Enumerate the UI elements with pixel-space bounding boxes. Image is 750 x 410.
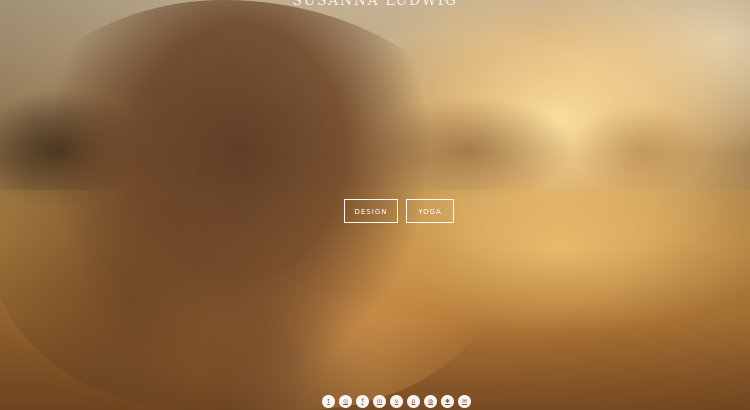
- site-title[interactable]: SUSANNA LUDWIG: [0, 0, 750, 9]
- nav-design-button[interactable]: DESIGN: [344, 199, 398, 223]
- email-icon[interactable]: ✉: [458, 395, 471, 408]
- instagram-icon[interactable]: ◎: [339, 395, 352, 408]
- vimeo-icon[interactable]: v: [390, 395, 403, 408]
- page: SUSANNA LUDWIG DESIGN YOGA t ◎ f in v p …: [0, 0, 750, 410]
- flickr-icon[interactable]: ✱: [441, 395, 454, 408]
- pinterest-icon[interactable]: p: [407, 395, 420, 408]
- linkedin-icon[interactable]: in: [373, 395, 386, 408]
- dribbble-icon[interactable]: ◍: [424, 395, 437, 408]
- main-nav: DESIGN YOGA: [344, 199, 454, 223]
- social-icons: t ◎ f in v p ◍ ✱ ✉: [322, 395, 471, 408]
- facebook-icon[interactable]: f: [356, 395, 369, 408]
- twitter-icon[interactable]: t: [322, 395, 335, 408]
- nav-yoga-button[interactable]: YOGA: [406, 199, 454, 223]
